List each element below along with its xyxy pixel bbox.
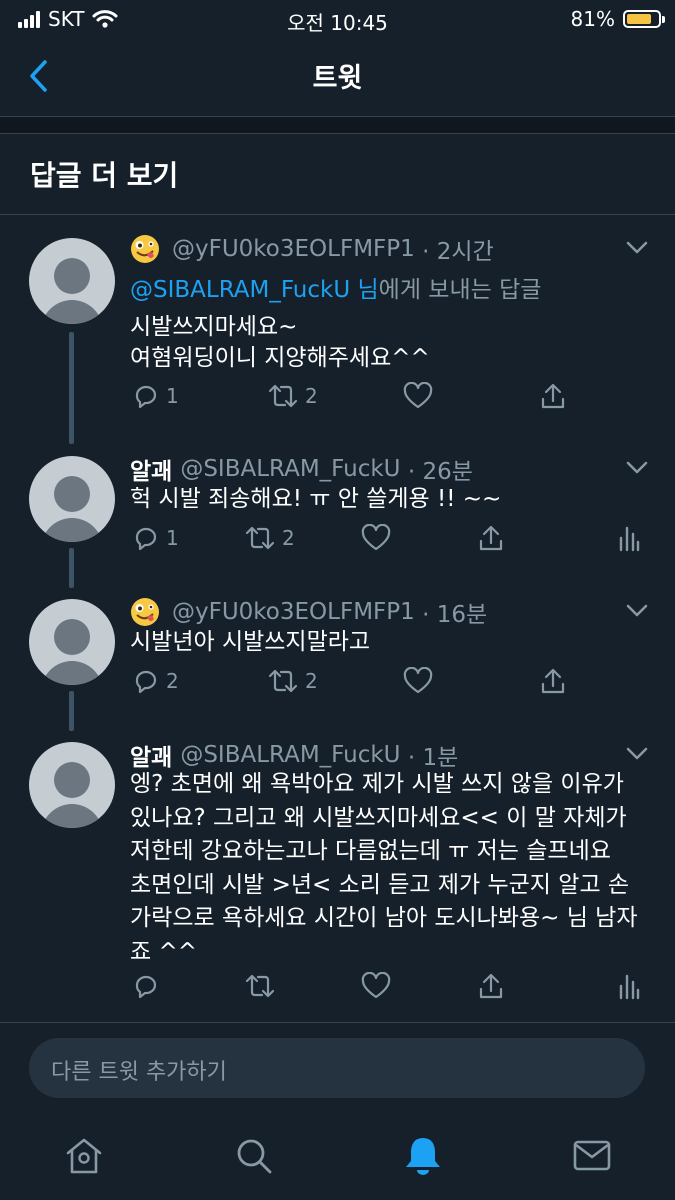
retweet-count: 2 bbox=[305, 669, 318, 693]
status-bar: SKT 오전 10:45 81% bbox=[0, 0, 675, 40]
reply-icon bbox=[135, 670, 157, 694]
share-icon bbox=[541, 668, 565, 694]
tweet-text: 엥? 초면에 왜 욕박아요 제가 시발 쓰지 않을 이유가 있나요? 그리고 왜… bbox=[130, 771, 638, 965]
tweet-time: · 1분 bbox=[407, 745, 459, 771]
divider bbox=[0, 214, 675, 215]
avatar[interactable] bbox=[29, 238, 115, 324]
replying-to: @SIBALRAM_FuckU 님에게 보내는 답글 bbox=[130, 277, 542, 303]
tab-bar bbox=[0, 1114, 675, 1200]
tweet-author-name[interactable]: 알괘 bbox=[130, 452, 172, 486]
tweet-actions bbox=[0, 972, 675, 1012]
heart-icon bbox=[361, 524, 391, 551]
tab-search[interactable] bbox=[230, 1132, 278, 1180]
retweet-count: 2 bbox=[282, 526, 295, 550]
reply-count: 2 bbox=[166, 669, 179, 693]
reply-button[interactable]: 1 bbox=[132, 382, 179, 410]
zany-face-emoji-icon bbox=[131, 235, 159, 263]
chevron-down-icon[interactable] bbox=[625, 240, 649, 256]
search-icon bbox=[237, 1139, 272, 1174]
reply-icon bbox=[135, 527, 157, 551]
retweet-button[interactable] bbox=[244, 972, 276, 1000]
reply-composer-bar: 다른 트윗 추가하기 bbox=[0, 1022, 675, 1115]
section-title: 답글 더 보기 bbox=[30, 159, 179, 192]
retweet-button[interactable]: 2 bbox=[267, 667, 318, 695]
tweet-time: · 2시간 bbox=[422, 239, 494, 265]
composer-placeholder: 다른 트윗 추가하기 bbox=[51, 1060, 227, 1085]
heart-icon bbox=[403, 382, 433, 409]
tweet-actions: 2 2 bbox=[0, 667, 675, 707]
chevron-down-icon[interactable] bbox=[625, 460, 649, 476]
like-button[interactable] bbox=[403, 667, 433, 695]
nav-bar: 트윗 bbox=[0, 40, 675, 117]
tweet-handle[interactable]: @SIBALRAM_FuckU bbox=[180, 456, 400, 482]
tweet-author-name[interactable]: 알괘 bbox=[130, 738, 172, 772]
retweet-icon bbox=[245, 974, 275, 998]
reply-count: 1 bbox=[166, 526, 179, 550]
analytics-icon bbox=[619, 974, 640, 1000]
retweet-count: 2 bbox=[305, 384, 318, 408]
tweet[interactable]: 알괘 @SIBALRAM_FuckU · 1분 엥? 초면에 왜 욕박아요 제가… bbox=[0, 738, 675, 1018]
chevron-down-icon[interactable] bbox=[625, 746, 649, 762]
retweet-button[interactable]: 2 bbox=[244, 524, 295, 552]
messages-icon bbox=[573, 1140, 611, 1171]
notifications-icon bbox=[406, 1138, 440, 1175]
tweet-actions: 1 2 bbox=[0, 524, 675, 564]
tweet-handle[interactable]: @yFU0ko3EOLFMFP1 bbox=[172, 599, 415, 625]
mention-link[interactable]: @SIBALRAM_FuckU 님 bbox=[130, 277, 379, 303]
tweet-actions: 1 2 bbox=[0, 382, 675, 422]
reply-button[interactable]: 2 bbox=[132, 667, 179, 695]
zany-face-emoji-icon bbox=[131, 598, 159, 626]
battery-icon bbox=[623, 10, 665, 28]
tweet-handle[interactable]: @yFU0ko3EOLFMFP1 bbox=[172, 236, 415, 262]
share-button[interactable] bbox=[477, 524, 505, 552]
share-icon bbox=[479, 525, 503, 551]
share-button[interactable] bbox=[477, 972, 505, 1000]
tweet-text: 헉 시발 죄송해요! ㅠ 안 쓸게용 !! ~~ bbox=[130, 486, 502, 512]
like-button[interactable] bbox=[403, 382, 433, 410]
share-button[interactable] bbox=[539, 667, 567, 695]
tweet-handle[interactable]: @SIBALRAM_FuckU bbox=[180, 742, 400, 768]
tweet-time: · 16분 bbox=[422, 602, 488, 628]
retweet-icon bbox=[268, 384, 298, 408]
tweet-time: · 26분 bbox=[407, 459, 473, 485]
reply-icon bbox=[135, 975, 157, 999]
analytics-icon bbox=[619, 526, 640, 552]
share-button[interactable] bbox=[539, 382, 567, 410]
section-divider bbox=[0, 117, 675, 134]
retweet-icon bbox=[245, 526, 275, 550]
retweet-button[interactable]: 2 bbox=[267, 382, 318, 410]
tweet[interactable]: 알괘 @SIBALRAM_FuckU · 26분 헉 시발 죄송해요! ㅠ 안 … bbox=[0, 452, 675, 588]
tab-messages[interactable] bbox=[568, 1132, 616, 1180]
reply-button[interactable]: 1 bbox=[132, 524, 179, 552]
like-button[interactable] bbox=[361, 524, 391, 552]
tweet-text: 시발년아 시발쓰지말라고 bbox=[130, 629, 371, 655]
add-tweet-input[interactable]: 다른 트윗 추가하기 bbox=[29, 1038, 645, 1098]
heart-icon bbox=[403, 667, 433, 694]
battery-percent: 81% bbox=[570, 7, 615, 31]
heart-icon bbox=[361, 972, 391, 999]
retweet-icon bbox=[268, 669, 298, 693]
page-title: 트윗 bbox=[312, 63, 363, 94]
reply-count: 1 bbox=[166, 384, 179, 408]
like-button[interactable] bbox=[361, 972, 391, 1000]
analytics-button[interactable] bbox=[617, 524, 641, 552]
analytics-button[interactable] bbox=[617, 972, 641, 1000]
reply-button[interactable] bbox=[132, 972, 160, 1000]
tab-home[interactable] bbox=[60, 1132, 108, 1180]
reply-icon bbox=[135, 385, 157, 409]
share-icon bbox=[541, 383, 565, 409]
tab-notifications[interactable] bbox=[399, 1132, 447, 1180]
chevron-down-icon[interactable] bbox=[625, 603, 649, 619]
avatar[interactable] bbox=[29, 742, 115, 828]
home-icon bbox=[66, 1138, 102, 1174]
tweet[interactable]: @yFU0ko3EOLFMFP1 · 16분 시발년아 시발쓰지말라고 2 2 bbox=[0, 595, 675, 731]
share-icon bbox=[479, 973, 503, 999]
tweet-text: 시발쓰지마세요~ 여혐워딩이니 지양해주세요^^ bbox=[130, 314, 430, 371]
tweet[interactable]: @yFU0ko3EOLFMFP1 · 2시간 @SIBALRAM_FuckU 님… bbox=[0, 232, 675, 444]
